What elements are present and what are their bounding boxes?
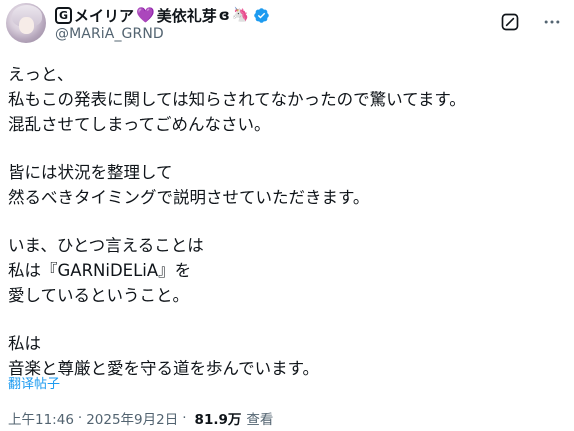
- tweet-meta: 上午11:46 · 2025年9月2日 · 81.9万 查看: [8, 408, 273, 428]
- view-count: 81.9万: [194, 412, 242, 428]
- display-name-part2: 美依礼芽: [156, 6, 217, 25]
- tweet-line: えっと、: [8, 65, 74, 84]
- tweet-line: 混乱させてしまってごめんなさい。: [8, 115, 271, 134]
- unicorn-icon: 🦄: [231, 7, 250, 23]
- tweet-line: 愛しているということ。: [8, 286, 190, 305]
- tweet-text: えっと、 私もこの発表に関しては知らされてなかったので驚いてます。 混乱させてし…: [8, 62, 568, 381]
- avatar[interactable]: [6, 3, 46, 43]
- translate-post-link[interactable]: 翻译帖子: [8, 373, 60, 392]
- meta-separator: ·: [182, 410, 187, 426]
- view-label: 查看: [246, 412, 274, 428]
- tweet-line: 然るべきタイミングで説明させていただきます。: [8, 188, 370, 207]
- tweet-line: いま、ひとつ言えることは: [8, 236, 204, 255]
- g-logo-icon: G: [55, 6, 72, 24]
- tweet-line: 音楽と尊厳と愛を守る道を歩んでいます。: [8, 359, 320, 378]
- avatar-face: [19, 17, 34, 34]
- grok-icon[interactable]: [500, 12, 520, 32]
- more-horizontal-icon[interactable]: [542, 12, 562, 32]
- tweet-line: 私もこの発表に関しては知らされてなかったので驚いてます。: [8, 90, 466, 109]
- purple-heart-icon: 💜: [136, 6, 155, 24]
- meta-separator: ·: [77, 410, 83, 426]
- tweet-line: 皆には状況を整理して: [8, 163, 173, 182]
- tweet-date[interactable]: 2025年9月2日: [86, 408, 178, 428]
- author-handle[interactable]: @MARiA_GRND: [55, 26, 164, 42]
- verified-badge-icon: [254, 7, 269, 23]
- display-name[interactable]: G メイリア 💜 美依礼芽 ɞ 🦄: [55, 5, 270, 25]
- display-name-part1: メイリア: [74, 6, 135, 25]
- tweet-line: 私は: [8, 334, 41, 353]
- tweet-line: 私は『GARNiDELiA』を: [8, 261, 192, 280]
- tweet-card: G メイリア 💜 美依礼芽 ɞ 🦄 @MARiA_GRND えっと、 私もこの発…: [0, 0, 574, 431]
- display-name-suffix: ɞ: [218, 6, 230, 24]
- tweet-time[interactable]: 上午11:46: [8, 408, 74, 428]
